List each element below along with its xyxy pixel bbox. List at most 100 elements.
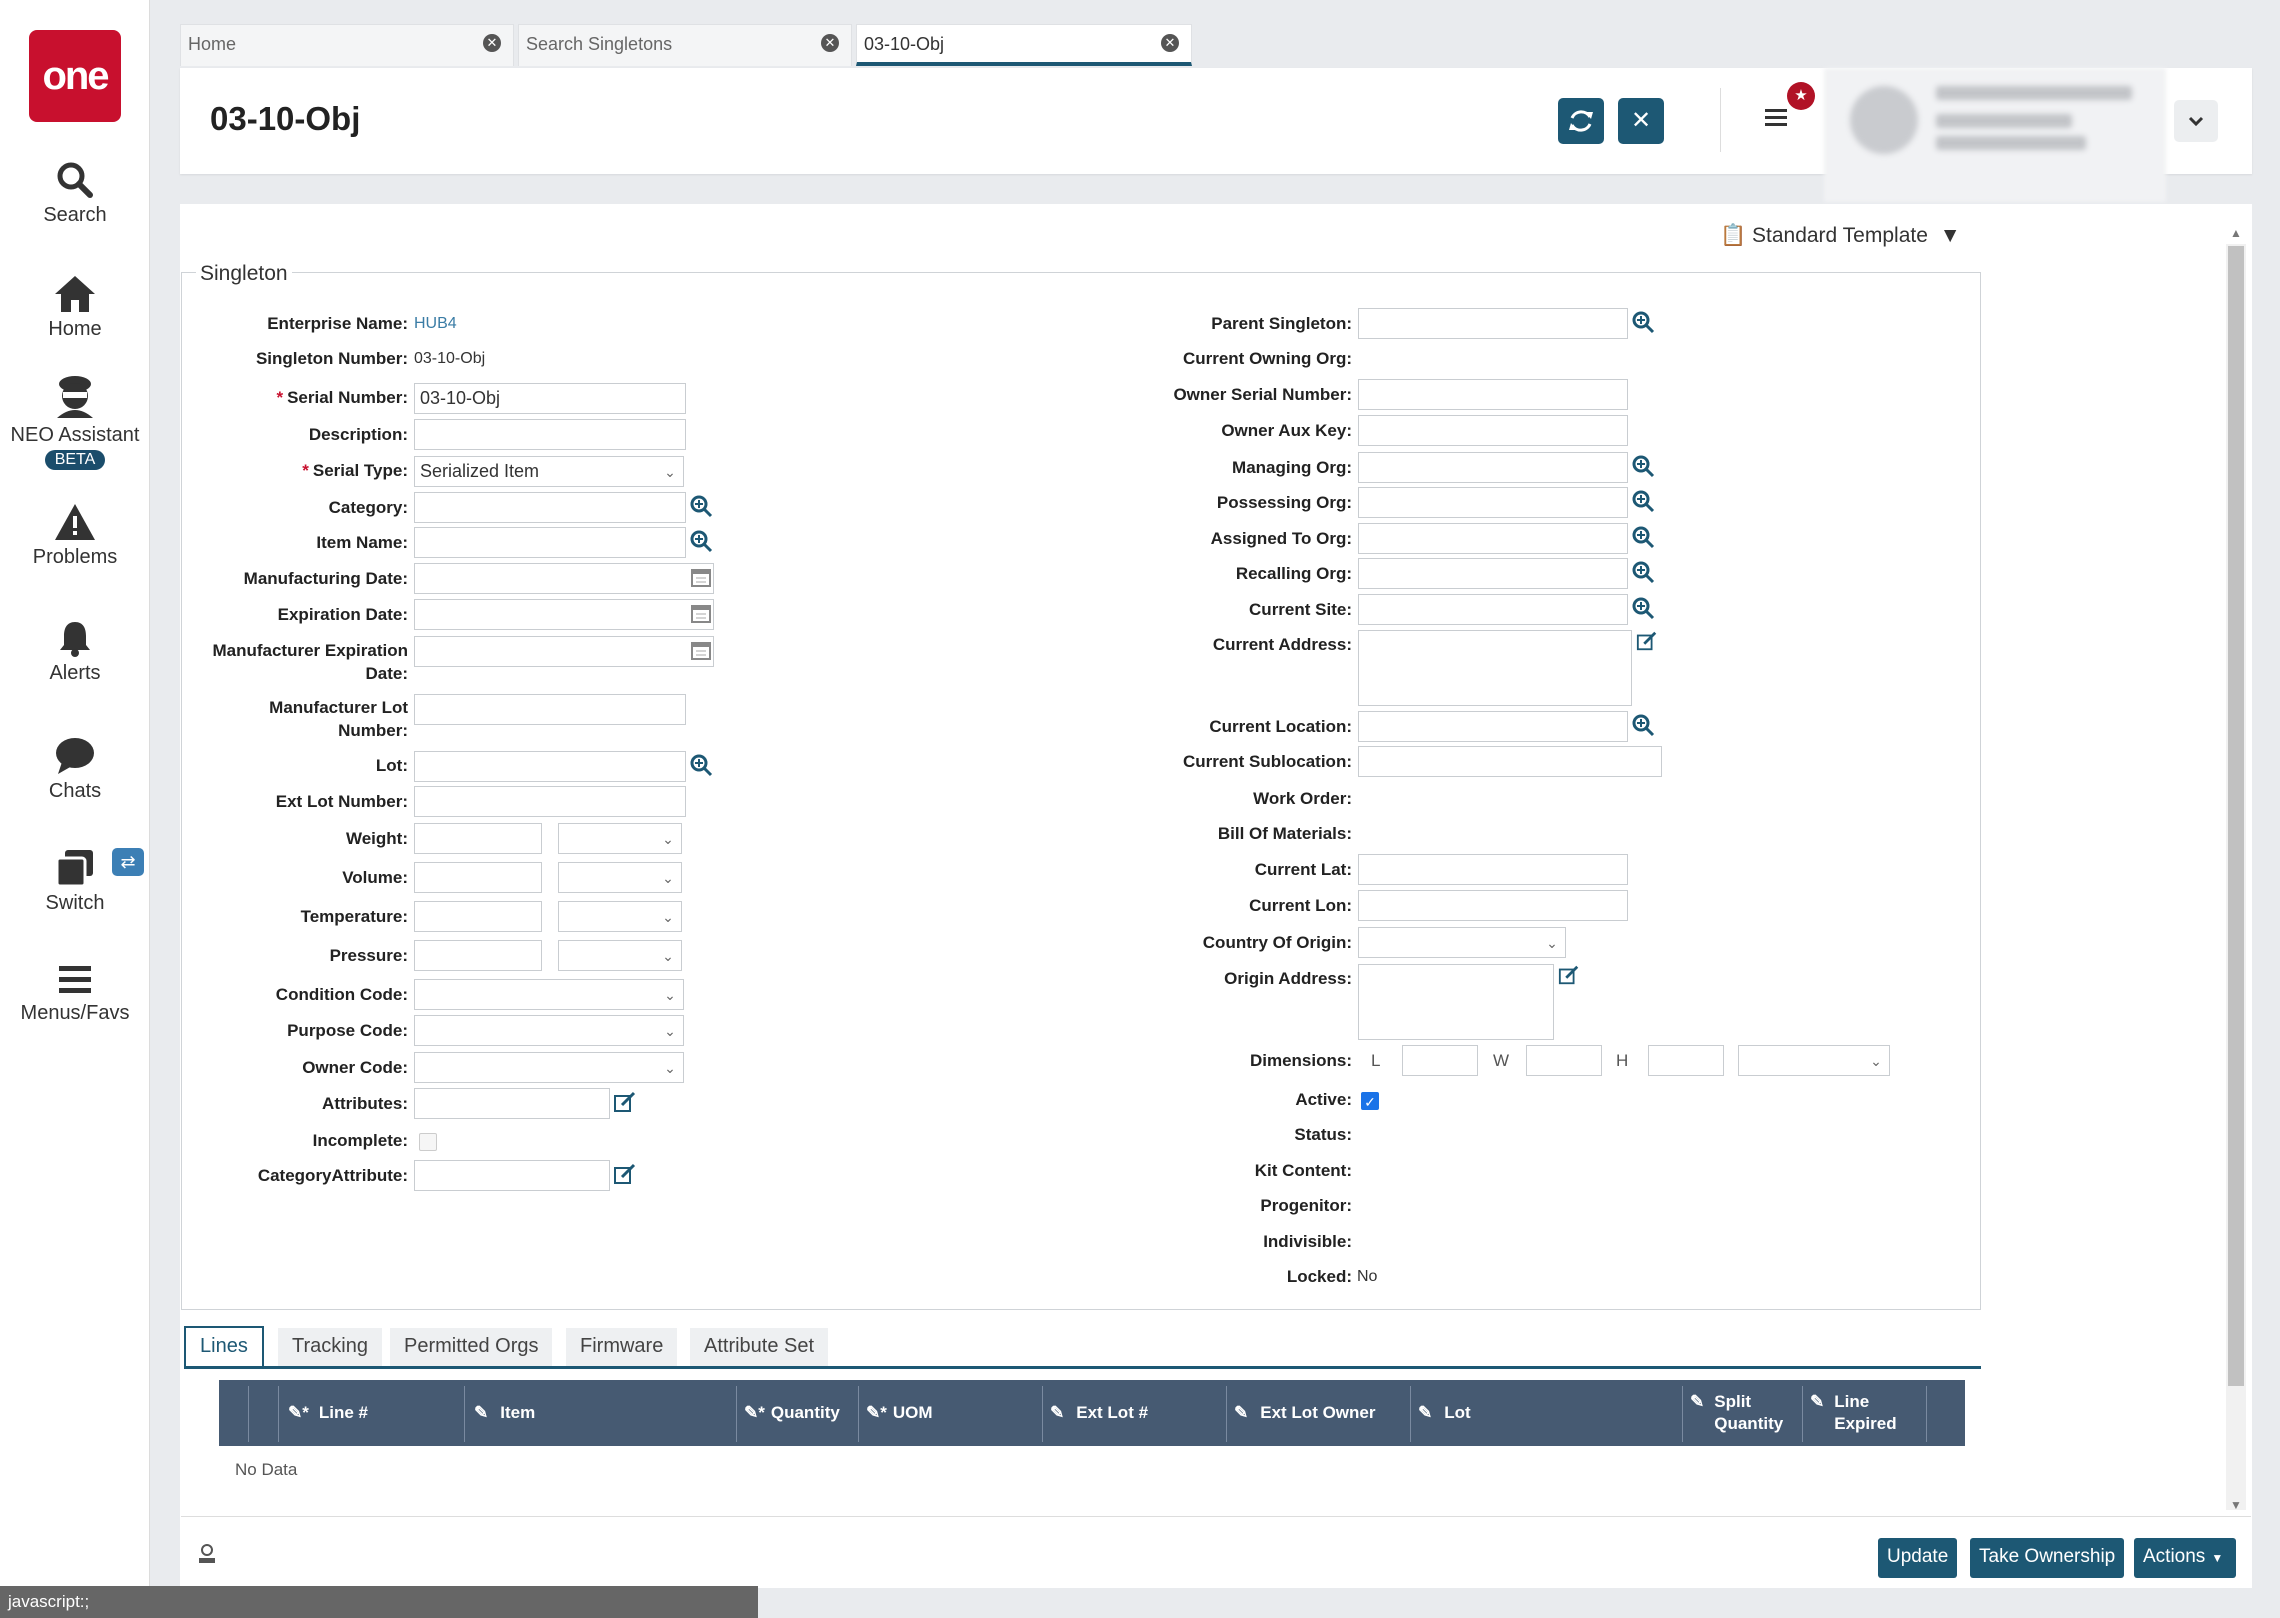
- tab-search-singletons[interactable]: Search Singletons ✕: [518, 24, 852, 66]
- weight-field[interactable]: [414, 823, 542, 854]
- current-address-textarea[interactable]: [1358, 630, 1632, 706]
- calendar-icon[interactable]: [690, 602, 714, 626]
- close-tab-icon[interactable]: ✕: [1161, 34, 1179, 52]
- tab-home[interactable]: Home ✕: [180, 24, 514, 66]
- scroll-up-icon[interactable]: ▲: [2230, 226, 2242, 240]
- column-split-quantity[interactable]: ✎ Split Quantity: [1690, 1380, 1783, 1446]
- possessing-org-lookup-icon[interactable]: [1630, 489, 1656, 515]
- user-location-icon[interactable]: [196, 1542, 218, 1566]
- condition-code-select[interactable]: ⌄: [414, 979, 684, 1010]
- current-site-lookup-icon[interactable]: [1630, 596, 1656, 622]
- scrollbar-thumb[interactable]: [2228, 246, 2244, 1386]
- column-ext-lot-owner[interactable]: ✎ Ext Lot Owner: [1234, 1380, 1375, 1446]
- dimension-unit-select[interactable]: ⌄: [1738, 1045, 1890, 1076]
- column-quantity[interactable]: ✎* Quantity: [744, 1380, 840, 1446]
- current-location-field[interactable]: [1358, 711, 1628, 742]
- column-line-number[interactable]: ✎* Line #: [288, 1380, 368, 1446]
- column-item[interactable]: ✎ Item: [474, 1380, 535, 1446]
- volume-field[interactable]: [414, 862, 542, 893]
- edit-icon[interactable]: [612, 1090, 638, 1116]
- column-uom[interactable]: ✎* UOM: [866, 1380, 933, 1446]
- active-checkbox[interactable]: ✓: [1361, 1092, 1379, 1110]
- pressure-unit-select[interactable]: ⌄: [558, 940, 682, 971]
- category-field[interactable]: [414, 492, 686, 523]
- lot-lookup-icon[interactable]: [688, 753, 714, 779]
- owner-serial-number-field[interactable]: [1358, 379, 1628, 410]
- manufacturer-expiration-date-field[interactable]: [414, 636, 714, 667]
- incomplete-checkbox[interactable]: [419, 1133, 437, 1151]
- favorite-star-icon[interactable]: ★: [1787, 82, 1815, 110]
- assigned-to-org-field[interactable]: [1358, 523, 1628, 554]
- edit-icon[interactable]: [612, 1162, 638, 1188]
- user-menu-dropdown[interactable]: [2174, 100, 2218, 142]
- tab-tracking[interactable]: Tracking: [278, 1328, 382, 1366]
- recalling-org-lookup-icon[interactable]: [1630, 560, 1656, 586]
- possessing-org-field[interactable]: [1358, 487, 1628, 518]
- tab-permitted-orgs[interactable]: Permitted Orgs: [390, 1328, 553, 1366]
- edit-icon[interactable]: [1634, 630, 1660, 656]
- tab-lines[interactable]: Lines: [184, 1326, 264, 1368]
- expiration-date-field[interactable]: [414, 599, 714, 630]
- nav-home[interactable]: Home: [0, 274, 150, 341]
- category-lookup-icon[interactable]: [688, 494, 714, 520]
- current-lat-field[interactable]: [1358, 854, 1628, 885]
- owner-aux-key-field[interactable]: [1358, 415, 1628, 446]
- item-name-lookup-icon[interactable]: [688, 529, 714, 555]
- calendar-icon[interactable]: [690, 639, 714, 663]
- ext-lot-number-field[interactable]: [414, 786, 686, 817]
- tab-03-10-obj[interactable]: 03-10-Obj ✕: [856, 24, 1192, 66]
- dimension-width-field[interactable]: [1526, 1045, 1602, 1076]
- current-location-lookup-icon[interactable]: [1630, 713, 1656, 739]
- recalling-org-field[interactable]: [1358, 558, 1628, 589]
- calendar-icon[interactable]: [690, 566, 714, 590]
- volume-unit-select[interactable]: ⌄: [558, 862, 682, 893]
- edit-icon[interactable]: [1556, 964, 1582, 990]
- manufacturing-date-field[interactable]: [414, 563, 714, 594]
- managing-org-field[interactable]: [1358, 452, 1628, 483]
- nav-neo-assistant[interactable]: NEO Assistant BETA: [0, 372, 150, 470]
- assigned-to-org-lookup-icon[interactable]: [1630, 525, 1656, 551]
- nav-chats[interactable]: Chats: [0, 736, 150, 803]
- scroll-down-icon[interactable]: ▼: [2230, 1498, 2242, 1512]
- app-logo[interactable]: one: [29, 30, 121, 122]
- tab-firmware[interactable]: Firmware: [566, 1328, 678, 1366]
- current-lon-field[interactable]: [1358, 890, 1628, 921]
- temperature-field[interactable]: [414, 901, 542, 932]
- refresh-button[interactable]: [1558, 98, 1604, 144]
- nav-menus-favs[interactable]: Menus/Favs: [0, 962, 150, 1025]
- origin-address-textarea[interactable]: [1358, 964, 1554, 1040]
- lot-field[interactable]: [414, 751, 686, 782]
- nav-alerts[interactable]: Alerts: [0, 618, 150, 685]
- nav-problems[interactable]: Problems: [0, 502, 150, 569]
- category-attribute-field[interactable]: [414, 1160, 610, 1191]
- dimension-height-field[interactable]: [1648, 1045, 1724, 1076]
- temperature-unit-select[interactable]: ⌄: [558, 901, 682, 932]
- serial-number-field[interactable]: 03-10-Obj: [414, 383, 686, 414]
- nav-search[interactable]: Search: [0, 160, 150, 227]
- update-button[interactable]: Update: [1878, 1538, 1958, 1578]
- manufacturer-lot-number-field[interactable]: [414, 694, 686, 725]
- parent-singleton-lookup-icon[interactable]: [1630, 310, 1656, 336]
- column-ext-lot-number[interactable]: ✎ Ext Lot #: [1050, 1380, 1148, 1446]
- managing-org-lookup-icon[interactable]: [1630, 454, 1656, 480]
- attributes-field[interactable]: [414, 1088, 610, 1119]
- pressure-field[interactable]: [414, 940, 542, 971]
- close-tab-icon[interactable]: ✕: [821, 34, 839, 52]
- dimension-length-field[interactable]: [1402, 1045, 1478, 1076]
- swap-arrows-icon[interactable]: ⇄: [112, 848, 144, 876]
- item-name-field[interactable]: [414, 527, 686, 558]
- close-button[interactable]: ✕: [1618, 98, 1664, 144]
- description-field[interactable]: [414, 419, 686, 450]
- tab-attribute-set[interactable]: Attribute Set: [690, 1328, 829, 1366]
- purpose-code-select[interactable]: ⌄: [414, 1015, 684, 1046]
- column-lot[interactable]: ✎ Lot: [1418, 1380, 1471, 1446]
- take-ownership-button[interactable]: Take Ownership: [1970, 1538, 2125, 1578]
- column-line-expired[interactable]: ✎ Line Expired: [1810, 1380, 1897, 1446]
- parent-singleton-field[interactable]: [1358, 308, 1628, 339]
- enterprise-name-link[interactable]: HUB4: [414, 314, 457, 334]
- current-sublocation-field[interactable]: [1358, 746, 1662, 777]
- close-tab-icon[interactable]: ✕: [483, 34, 501, 52]
- serial-type-select[interactable]: Serialized Item ⌄: [414, 456, 684, 487]
- country-of-origin-select[interactable]: ⌄: [1358, 927, 1566, 958]
- owner-code-select[interactable]: ⌄: [414, 1052, 684, 1083]
